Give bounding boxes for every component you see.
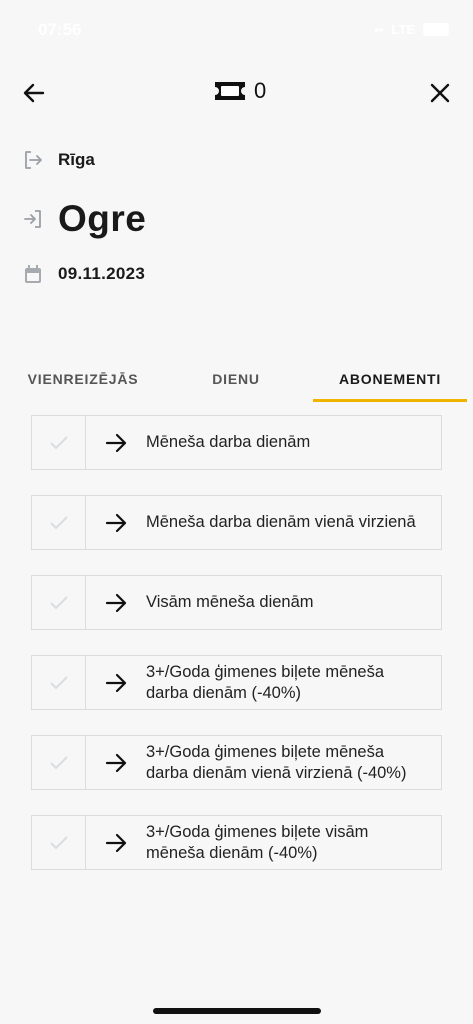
tab-subscriptions[interactable]: ABONEMENTI <box>313 355 467 403</box>
status-bar: 07:56 ▪▪ LTE <box>0 0 473 60</box>
back-button[interactable] <box>20 78 50 108</box>
check-icon <box>49 675 68 689</box>
enter-icon <box>22 208 44 230</box>
date-label: 09.11.2023 <box>58 264 146 283</box>
header: 0 <box>0 70 473 114</box>
route-destination: Ogre <box>22 197 442 241</box>
arrow-left-icon <box>23 83 45 103</box>
ticket-icon <box>215 82 245 100</box>
arrow-right-icon <box>105 513 127 532</box>
check-icon <box>49 435 68 449</box>
tab-single[interactable]: VIENREIZĒJĀS <box>0 355 166 403</box>
route-summary: Rīga Ogre 09.11.2023 <box>22 145 442 289</box>
tab-day[interactable]: DIENU <box>166 355 306 403</box>
status-time: 07:56 <box>38 20 82 39</box>
arrow-right-icon <box>105 593 127 612</box>
option-label: 3+/Goda ģimenes biļete mēneša darba dien… <box>146 662 385 702</box>
option-label: Mēneša darba dienām vienā virzienā <box>146 513 416 531</box>
ticket-counter[interactable]: 0 <box>212 78 266 104</box>
option-checkbox[interactable] <box>32 576 86 629</box>
option-checkbox[interactable] <box>32 736 86 789</box>
option-checkbox[interactable] <box>32 416 86 469</box>
close-icon <box>430 83 450 103</box>
option-item[interactable]: Mēneša darba dienām <box>31 415 442 470</box>
ticket-type-tabs: VIENREIZĒJĀS DIENU ABONEMENTI <box>0 355 473 403</box>
check-icon <box>49 835 68 849</box>
arrow-right-icon <box>105 753 127 772</box>
active-tab-indicator <box>313 399 467 402</box>
check-icon <box>49 515 68 529</box>
home-indicator[interactable] <box>153 1008 321 1014</box>
option-checkbox[interactable] <box>32 496 86 549</box>
battery-icon <box>423 23 449 36</box>
close-button[interactable] <box>425 78 455 108</box>
exit-icon <box>22 149 44 171</box>
option-item[interactable]: 3+/Goda ģimenes biļete mēneša darba dien… <box>31 735 442 790</box>
travel-date: 09.11.2023 <box>22 259 442 289</box>
subscription-options: Mēneša darba dienām Mēneša darba dienām … <box>31 415 442 895</box>
option-label: Mēneša darba dienām <box>146 433 311 451</box>
destination-label: Ogre <box>58 198 147 239</box>
check-icon <box>49 755 68 769</box>
network-label: LTE <box>391 22 415 37</box>
origin-label: Rīga <box>58 150 95 169</box>
arrow-right-icon <box>105 433 127 452</box>
option-item[interactable]: Visām mēneša dienām <box>31 575 442 630</box>
option-item[interactable]: Mēneša darba dienām vienā virzienā <box>31 495 442 550</box>
calendar-icon <box>22 263 44 285</box>
option-item[interactable]: 3+/Goda ģimenes biļete mēneša darba dien… <box>31 655 442 710</box>
ticket-count: 0 <box>254 78 267 103</box>
route-origin: Rīga <box>22 145 442 175</box>
signal-icon: ▪▪ <box>374 22 384 37</box>
option-label: 3+/Goda ģimenes biļete visām mēneša dien… <box>146 822 369 862</box>
status-icons: ▪▪ LTE <box>374 22 449 37</box>
option-item[interactable]: 3+/Goda ģimenes biļete visām mēneša dien… <box>31 815 442 870</box>
option-checkbox[interactable] <box>32 816 86 869</box>
option-checkbox[interactable] <box>32 656 86 709</box>
option-label: 3+/Goda ģimenes biļete mēneša darba dien… <box>146 742 407 782</box>
arrow-right-icon <box>105 673 127 692</box>
option-label: Visām mēneša dienām <box>146 593 314 611</box>
arrow-right-icon <box>105 833 127 852</box>
check-icon <box>49 595 68 609</box>
